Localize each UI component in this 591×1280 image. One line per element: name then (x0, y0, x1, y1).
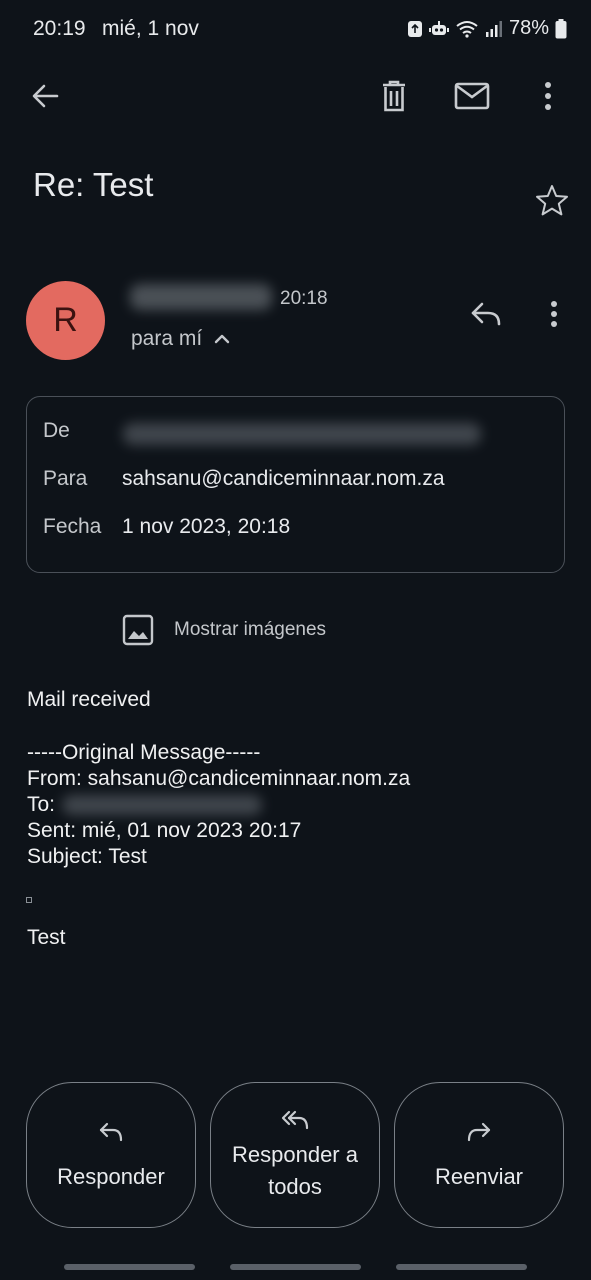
email-subject: Re: Test (33, 166, 154, 203)
recipient-summary: para mí (131, 327, 203, 350)
blocked-image-placeholder (26, 897, 32, 903)
nav-handle (64, 1264, 195, 1270)
arrow-back-icon (32, 84, 59, 108)
reply-all-action-button[interactable]: Responder a todos (210, 1082, 380, 1228)
mark-unread-button[interactable] (448, 72, 496, 120)
sender-name-redacted (130, 284, 272, 310)
status-time: 20:19 (33, 17, 86, 40)
reply-label: Responder (57, 1164, 165, 1189)
battery-icon (555, 18, 567, 38)
status-icons: 78% (407, 17, 567, 40)
delete-button[interactable] (370, 72, 418, 120)
from-label: De (43, 419, 70, 442)
original-message-header: -----Original Message----- (27, 741, 261, 764)
more-vert-icon (551, 301, 557, 327)
more-options-button[interactable] (524, 72, 572, 120)
to-label: Para (43, 467, 88, 490)
trash-icon (383, 80, 405, 112)
email-time: 20:18 (280, 288, 328, 309)
email-screen: 20:19 mié, 1 nov 78% Re: Test R 20:18 pa… (0, 0, 591, 1280)
to-address-redacted (62, 795, 262, 815)
image-icon (122, 614, 154, 646)
body-line: Test (27, 926, 66, 949)
chevron-up-icon (215, 334, 230, 344)
reply-icon (471, 302, 501, 326)
star-icon (536, 185, 568, 216)
show-images-label: Mostrar imágenes (174, 619, 327, 640)
recycle-notification-icon (407, 20, 422, 37)
status-date: mié, 1 nov (102, 17, 199, 40)
mail-icon (454, 82, 490, 110)
date-value: 1 nov 2023, 20:18 (122, 515, 291, 538)
nav-handle (396, 1264, 527, 1270)
battery-level: 78% (508, 17, 549, 39)
date-label: Fecha (43, 515, 102, 538)
star-button[interactable] (530, 178, 574, 222)
reply-all-label: Responder a todos (232, 1142, 358, 1199)
body-line: Mail received (27, 688, 151, 711)
to-value[interactable]: sahsanu@candiceminnaar.nom.za (122, 467, 445, 491)
robot-notification-icon (428, 20, 449, 35)
original-subject-line: Subject: Test (27, 845, 147, 868)
more-vert-icon (545, 82, 551, 110)
nav-handle (230, 1264, 361, 1270)
message-details-card: De Para sahsanu@candiceminnaar.nom.za Fe… (26, 396, 565, 573)
from-value-redacted (123, 423, 481, 445)
forward-label: Reenviar (434, 1164, 524, 1189)
status-bar: 20:19 mié, 1 nov 78% (0, 0, 591, 58)
forward-icon (467, 1122, 491, 1142)
original-sent-line: Sent: mié, 01 nov 2023 20:17 (27, 819, 302, 842)
message-more-button[interactable] (532, 292, 576, 336)
original-to-line: To: (27, 793, 56, 816)
reply-icon (99, 1122, 123, 1142)
signal-icon (485, 20, 502, 37)
reply-button[interactable] (464, 292, 508, 336)
reply-action-button[interactable]: Responder (26, 1082, 196, 1228)
reply-all-icon (281, 1110, 309, 1130)
wifi-icon (456, 20, 478, 38)
sender-avatar[interactable]: R (26, 281, 105, 360)
original-from-line: From: sahsanu@candiceminnaar.nom.za (27, 767, 411, 790)
show-images-button[interactable]: Mostrar imágenes (122, 614, 326, 646)
back-button[interactable] (21, 72, 69, 120)
forward-action-button[interactable]: Reenviar (394, 1082, 564, 1228)
recipient-details-toggle[interactable]: para mí (131, 327, 230, 351)
